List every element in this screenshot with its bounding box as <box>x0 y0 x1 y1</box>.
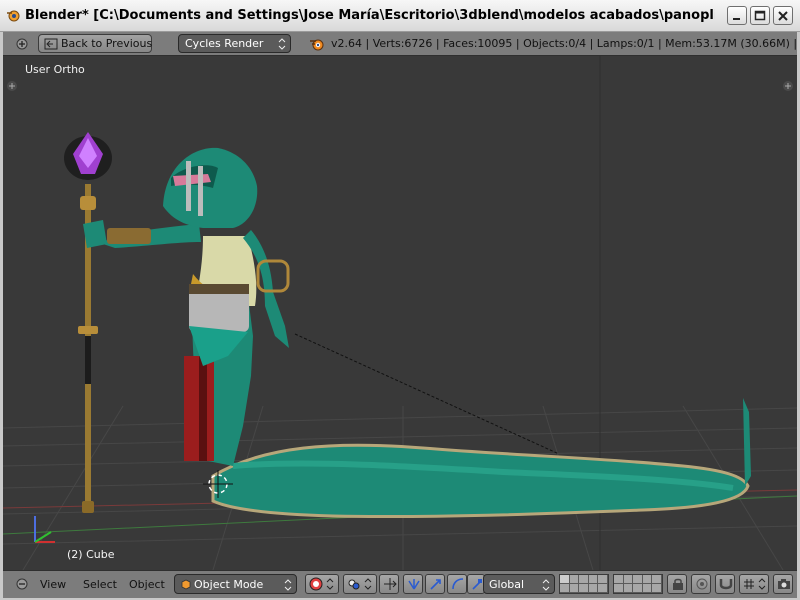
layer-button[interactable] <box>623 584 634 593</box>
manipulator-icon <box>384 578 397 590</box>
back-to-previous-button[interactable]: Back to Previous <box>38 34 152 53</box>
axis-gizmo-icon <box>408 579 420 590</box>
rotate-arc-icon <box>452 578 464 590</box>
manipulator-toggle[interactable] <box>379 574 399 594</box>
menu-object[interactable]: Object <box>129 578 165 591</box>
collapse-menu-icon[interactable] <box>15 577 29 594</box>
close-icon <box>778 11 788 21</box>
layer-button[interactable] <box>579 584 589 593</box>
layer-button[interactable] <box>598 584 608 593</box>
lock-camera-button[interactable] <box>667 574 687 594</box>
snap-toggle-button[interactable] <box>715 574 735 594</box>
maximize-icon <box>754 10 766 21</box>
back-to-previous-label: Back to Previous <box>61 37 153 50</box>
layer-button[interactable] <box>642 575 653 584</box>
minimize-button[interactable] <box>727 6 747 25</box>
snap-element-select[interactable] <box>739 574 769 594</box>
close-button[interactable] <box>773 6 793 25</box>
translate-arrow-button[interactable] <box>425 574 445 594</box>
arrow-icon <box>430 579 441 590</box>
render-engine-select[interactable]: Cycles Render <box>178 34 291 53</box>
minimize-icon <box>733 18 740 20</box>
pivot-point-icon <box>348 578 372 590</box>
render-opengl-button[interactable] <box>773 574 793 594</box>
3d-viewport[interactable]: User Ortho (2) Cube <box>3 56 797 570</box>
layer-button[interactable] <box>579 575 589 584</box>
layers-grid-right[interactable] <box>613 574 663 594</box>
proportional-edit-icon <box>696 578 708 590</box>
layer-button[interactable] <box>569 575 580 584</box>
blender-app-icon <box>6 8 20 22</box>
layers-grid-left[interactable] <box>559 574 609 594</box>
render-engine-value: Cycles Render <box>185 37 264 50</box>
active-object-info: (2) Cube <box>67 548 115 561</box>
layer-button[interactable] <box>614 584 624 593</box>
transform-orientation-select[interactable]: Global <box>483 574 555 594</box>
pivot-point-select[interactable] <box>343 574 377 594</box>
info-header: Back to Previous Cycles Render v2.64 | V… <box>3 32 800 56</box>
viewport-shading-select[interactable] <box>305 574 339 594</box>
layer-button[interactable] <box>588 575 599 584</box>
proportional-edit-button[interactable] <box>691 574 711 594</box>
layer-button[interactable] <box>633 584 643 593</box>
layer-button[interactable] <box>623 575 634 584</box>
layer-button[interactable] <box>560 584 570 593</box>
maximize-button[interactable] <box>750 6 770 25</box>
scene-render <box>3 56 797 570</box>
layer-button[interactable] <box>598 575 608 584</box>
snap-grid-icon <box>744 578 766 590</box>
translate-manipulator-button[interactable] <box>403 574 423 594</box>
object-mode-cube-icon <box>180 578 192 593</box>
interaction-mode-value: Object Mode <box>194 578 264 591</box>
layer-button[interactable] <box>569 584 580 593</box>
menu-view[interactable]: View <box>40 578 66 591</box>
scale-icon <box>472 579 482 590</box>
layer-button[interactable] <box>614 575 624 584</box>
window-titlebar[interactable]: Blender* [C:\Documents and Settings\Jose… <box>0 0 800 32</box>
scene-statistics: v2.64 | Verts:6726 | Faces:10095 | Objec… <box>331 37 800 50</box>
layer-button[interactable] <box>652 575 662 584</box>
layer-button[interactable] <box>633 575 643 584</box>
transform-orientation-value: Global <box>489 578 525 591</box>
lock-icon <box>673 578 683 590</box>
layer-button[interactable] <box>588 584 599 593</box>
layer-button[interactable] <box>652 584 662 593</box>
layer-button[interactable] <box>560 575 570 584</box>
chevron-updown-icon <box>284 578 292 595</box>
shading-sphere-icon <box>309 577 334 591</box>
camera-icon <box>778 579 790 589</box>
chevron-updown-icon <box>278 37 286 54</box>
window-title: Blender* [C:\Documents and Settings\Jose… <box>25 8 715 23</box>
chevron-updown-icon <box>542 578 550 595</box>
interaction-mode-select[interactable]: Object Mode <box>174 574 297 594</box>
editor-type-icon[interactable] <box>15 37 29 51</box>
back-screen-icon <box>44 38 58 53</box>
view-mode-label: User Ortho <box>25 63 85 76</box>
blender-logo-icon <box>309 37 325 54</box>
rotate-manipulator-button[interactable] <box>447 574 467 594</box>
view3d-header: View Select Object Object Mode Global <box>3 570 797 598</box>
menu-select[interactable]: Select <box>83 578 117 591</box>
layer-button[interactable] <box>642 584 653 593</box>
magnet-icon <box>719 579 733 590</box>
toolshelf-toggle-icon[interactable] <box>6 80 18 95</box>
properties-toggle-icon[interactable] <box>782 80 794 95</box>
